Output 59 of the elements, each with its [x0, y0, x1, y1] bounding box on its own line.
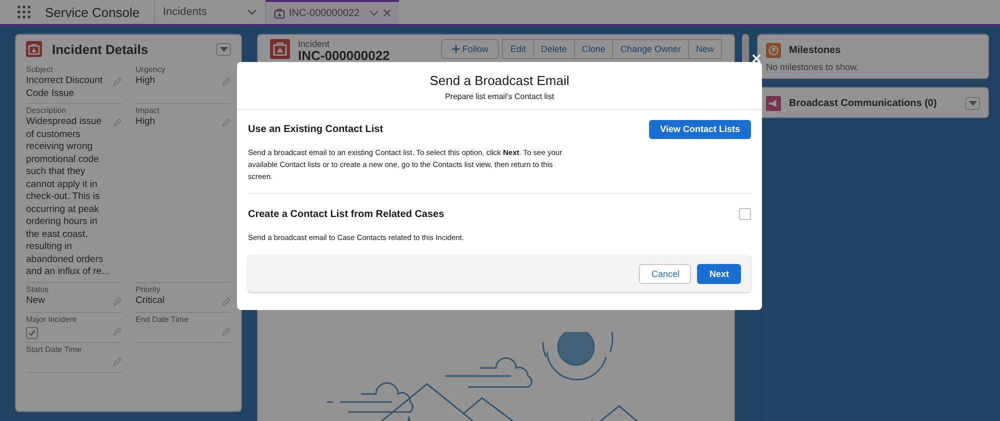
view-contact-lists-button[interactable]: View Contact Lists — [649, 120, 751, 138]
dialog-title: Send a Broadcast Email — [430, 73, 570, 88]
field-label: Priority — [136, 284, 162, 294]
action-button[interactable]: Delete — [532, 39, 575, 59]
pencil-icon[interactable] — [222, 296, 231, 306]
empty-message: No milestones to show. — [766, 62, 860, 72]
object-label: Incident — [298, 39, 331, 49]
console-tab[interactable]: INC-000000022 — [265, 0, 399, 24]
pencil-icon[interactable] — [222, 118, 231, 127]
pencil-icon[interactable] — [112, 326, 122, 336]
action-button[interactable]: Clone — [574, 39, 614, 59]
field-label: Subject — [26, 65, 54, 75]
field-value: Critical — [136, 294, 166, 307]
dropdown-button[interactable] — [216, 42, 231, 56]
dropdown-button[interactable] — [965, 97, 980, 110]
field-label: Start Date Time — [26, 344, 83, 354]
incident-icon — [270, 39, 290, 59]
pencil-icon[interactable] — [112, 296, 122, 306]
field-value: Incorrect Discount Code Issue — [26, 75, 104, 100]
pencil-icon[interactable] — [222, 326, 231, 336]
cancel-button[interactable]: Cancel — [639, 264, 692, 284]
action-button[interactable]: Change Owner — [612, 39, 689, 59]
action-button[interactable]: New — [688, 39, 722, 59]
card-title: Milestones — [789, 45, 842, 56]
field-value: High — [136, 116, 156, 128]
pencil-icon[interactable] — [112, 356, 122, 366]
field-label: Urgency — [136, 65, 166, 75]
section-heading: Create a Contact List from Related Cases — [248, 208, 444, 220]
field-value: New — [26, 294, 46, 307]
chevron-down-icon[interactable] — [247, 9, 257, 15]
checkbox[interactable] — [739, 208, 751, 220]
megaphone-icon — [766, 96, 781, 111]
record-name: INC-000000022 — [298, 49, 391, 63]
field-label: Description — [26, 106, 68, 116]
follow-button[interactable]: Follow — [440, 39, 500, 59]
next-button[interactable]: Next — [697, 264, 741, 284]
pencil-icon[interactable] — [222, 77, 231, 86]
card-title: Incident Details — [52, 42, 150, 56]
field-value: High — [136, 75, 156, 88]
plus-icon — [452, 45, 460, 53]
field-label: Status — [26, 284, 50, 294]
field-label: Impact — [136, 106, 161, 116]
caret-down-icon — [220, 46, 228, 52]
app-title: Service Console — [45, 4, 141, 20]
incident-icon — [274, 8, 285, 18]
card-title: Broadcast Communications (0) — [789, 98, 938, 109]
pencil-icon[interactable] — [112, 118, 122, 127]
field-label: Major Incident — [26, 314, 78, 324]
section-heading: Use an Existing Contact List — [248, 124, 384, 134]
action-button[interactable]: Edit — [502, 39, 534, 59]
field-value: Widespread issue of customers receiving wrong promotional code such that they cannot apply it in check-out. This is occurring at peak ordering hours in the east coast, resulting in abandoned orders and an influx of re... — [26, 116, 110, 278]
pencil-icon[interactable] — [112, 77, 122, 86]
dialog-subtitle: Prepare list email's Contact list — [444, 92, 554, 101]
chevron-down-icon[interactable] — [369, 10, 379, 16]
incident-icon — [26, 41, 42, 57]
field-label: End Date Time — [136, 314, 190, 324]
flag-icon — [766, 43, 781, 58]
caret-down-icon — [968, 101, 976, 106]
app-launcher-icon[interactable] — [17, 5, 31, 19]
